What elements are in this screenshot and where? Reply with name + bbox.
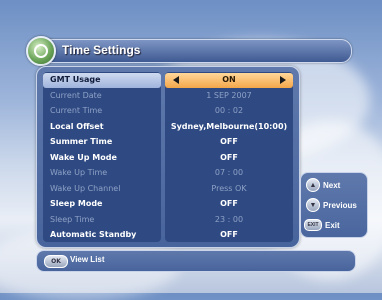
setting-row[interactable]: Summer Time OFF: [43, 135, 293, 150]
setting-label: Current Date: [50, 90, 102, 100]
down-arrow-icon: ▼: [306, 198, 320, 212]
setting-label: Current Time: [50, 106, 103, 115]
up-arrow-icon: ▲: [306, 178, 320, 192]
next-button[interactable]: ▲ Next: [306, 178, 340, 192]
setting-row: Wake Up Channel Press OK: [43, 182, 293, 197]
setting-value: OFF: [220, 152, 238, 162]
setting-row[interactable]: Local Offset Sydney,Melbourne(10:00): [43, 120, 293, 135]
setting-row[interactable]: GMT Usage ON: [43, 73, 293, 88]
setting-value: 23 : 00: [214, 214, 244, 224]
clock-settings-icon: [26, 36, 56, 66]
setting-value: OFF: [220, 230, 238, 239]
setting-label: Local Offset: [50, 121, 104, 131]
setting-row[interactable]: Sleep Mode OFF: [43, 197, 293, 212]
page-title: Time Settings: [62, 43, 141, 57]
previous-button[interactable]: ▼ Previous: [306, 198, 357, 212]
setting-row: Sleep Time 23 : 00: [43, 213, 293, 228]
setting-value: Press OK: [211, 183, 247, 193]
setting-value: OFF: [220, 137, 238, 146]
setting-label: Wake Up Channel: [50, 183, 121, 193]
setting-value: 1 SEP 2007: [206, 90, 252, 100]
setting-row: Current Time 00 : 02: [43, 104, 293, 119]
view-list-button[interactable]: View List: [70, 255, 105, 264]
setting-label: Summer Time: [50, 137, 113, 146]
setting-label: GMT Usage: [50, 75, 101, 84]
exit-key-icon: EXIT: [304, 219, 322, 231]
setting-value: ON: [222, 75, 236, 84]
setting-label: Automatic Standby: [50, 230, 137, 239]
next-label: Next: [323, 180, 341, 190]
setting-label: Sleep Mode: [50, 199, 103, 208]
exit-button[interactable]: EXIT Exit: [304, 218, 340, 232]
setting-value: 00 : 02: [214, 106, 244, 115]
setting-row: Wake Up Time 07 : 00: [43, 166, 293, 181]
setting-value: 07 : 00: [214, 168, 244, 177]
ok-key-icon: OK: [44, 255, 68, 268]
previous-label: Previous: [323, 200, 357, 210]
setting-value: Sydney,Melbourne(10:00): [170, 121, 288, 131]
setting-row: Current Date 1 SEP 2007: [43, 89, 293, 104]
setting-label: Wake Up Time: [50, 168, 108, 177]
setting-row[interactable]: Automatic Standby OFF: [43, 228, 293, 243]
setting-value: OFF: [220, 199, 238, 208]
setting-row[interactable]: Wake Up Mode OFF: [43, 151, 293, 166]
setting-label: Sleep Time: [50, 214, 95, 224]
setting-label: Wake Up Mode: [50, 152, 117, 162]
exit-label: Exit: [325, 220, 340, 230]
